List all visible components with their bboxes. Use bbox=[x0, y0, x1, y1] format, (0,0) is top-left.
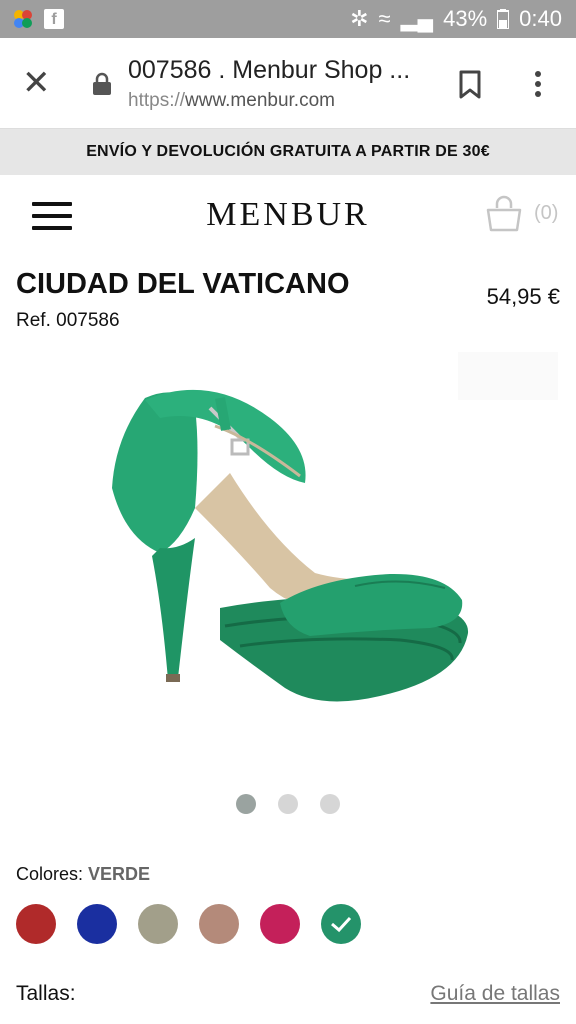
color-swatch-nude[interactable] bbox=[199, 904, 239, 944]
product-price: 54,95 € bbox=[486, 284, 560, 309]
site-header: MENBUR (0) bbox=[0, 176, 576, 256]
bookmark-icon[interactable] bbox=[458, 70, 482, 100]
battery-percent: 43% bbox=[443, 6, 488, 31]
facebook-notification-icon: f bbox=[44, 9, 64, 29]
overflow-menu-icon[interactable] bbox=[530, 70, 546, 100]
checkmark-icon bbox=[321, 904, 361, 944]
color-swatch-fuchsia[interactable] bbox=[260, 904, 300, 944]
status-bar: f ✲ ≈ ▂▄ 43% 0:40 bbox=[0, 0, 576, 38]
close-icon[interactable]: ✕ bbox=[22, 66, 51, 100]
bluetooth-icon: ✲ bbox=[350, 6, 369, 31]
wifi-icon: ≈ bbox=[378, 6, 391, 31]
promo-banner: ENVÍO Y DEVOLUCIÓN GRATUITA A PARTIR DE … bbox=[0, 129, 576, 175]
url-host: www.menbur.com bbox=[185, 90, 335, 111]
gallery-dot-1[interactable] bbox=[236, 794, 256, 814]
signal-icon: ▂▄ bbox=[400, 6, 434, 31]
battery-icon bbox=[497, 9, 510, 29]
gallery-dot-3[interactable] bbox=[320, 794, 340, 814]
selected-color-name: VERDE bbox=[88, 864, 151, 884]
shopping-bag-icon[interactable] bbox=[484, 194, 524, 234]
url-text[interactable]: https://www.menbur.com bbox=[128, 90, 335, 112]
photos-app-icon bbox=[14, 10, 32, 28]
lock-icon bbox=[93, 72, 111, 95]
product-name: CIUDAD DEL VATICANO bbox=[16, 268, 350, 300]
color-swatch-green[interactable] bbox=[321, 904, 361, 944]
color-swatch-taupe[interactable] bbox=[138, 904, 178, 944]
colors-label: Colores: VERDE bbox=[16, 864, 150, 885]
url-protocol: https:// bbox=[128, 90, 186, 111]
colors-label-text: Colores: bbox=[16, 864, 84, 884]
gallery-dot-2[interactable] bbox=[278, 794, 298, 814]
color-swatch-red[interactable] bbox=[16, 904, 56, 944]
product-ref: Ref. 007586 bbox=[16, 310, 120, 331]
tab-title[interactable]: 007586 . Menbur Shop ... bbox=[128, 56, 410, 85]
sizes-label: Tallas: bbox=[16, 982, 76, 1005]
clock: 0:40 bbox=[519, 6, 562, 31]
browser-toolbar: ✕ 007586 . Menbur Shop ... https://www.m… bbox=[0, 38, 576, 129]
color-swatch-blue[interactable] bbox=[77, 904, 117, 944]
gallery-pagination bbox=[236, 794, 340, 814]
size-guide-link[interactable]: Guía de tallas bbox=[430, 982, 560, 1006]
color-swatches bbox=[16, 904, 361, 944]
product-image-sandal[interactable] bbox=[100, 378, 480, 718]
cart-count[interactable]: (0) bbox=[534, 202, 558, 225]
